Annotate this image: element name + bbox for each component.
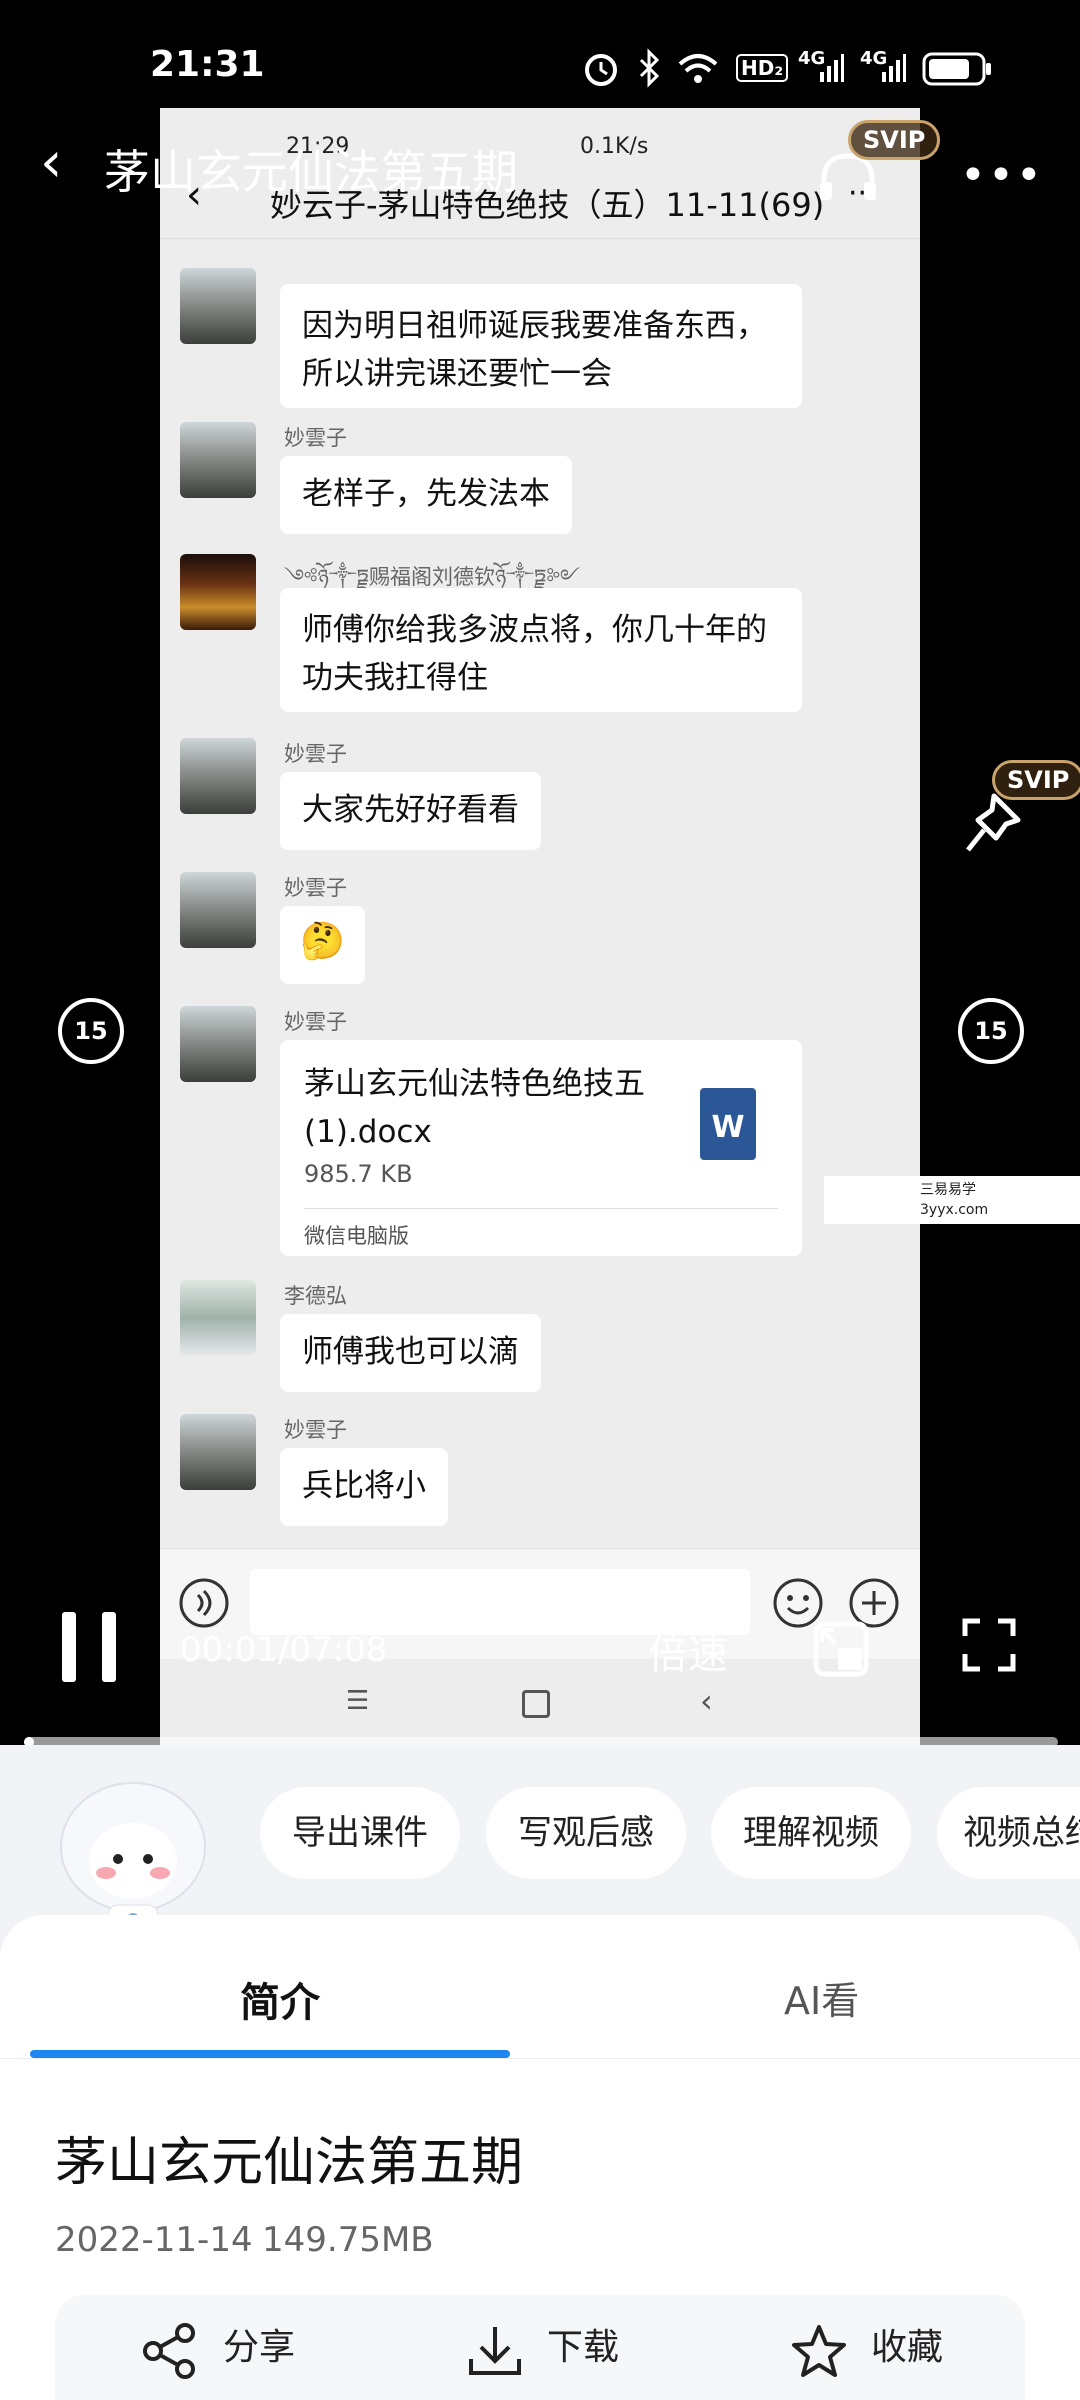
pin-icon[interactable] [960, 790, 1024, 860]
battery-icon [922, 52, 991, 86]
message-bubble: 兵比将小 [280, 1448, 448, 1526]
file-date: 2022-11-14 [55, 2220, 253, 2260]
recorded-status-speed: 0.1K/s [580, 134, 649, 159]
message-bubble: 师傅我也可以滴 [280, 1314, 541, 1392]
mascot-avatar [60, 1782, 206, 1935]
file-title: 茅山玄元仙法第五期 [55, 2133, 524, 2193]
pause-bar [62, 1612, 76, 1682]
avatar [180, 1006, 256, 1082]
chip-understand-video[interactable]: 理解视频 [711, 1787, 911, 1879]
avatar [180, 268, 256, 344]
avatar [180, 872, 256, 948]
message-sender: 妙雲子 [284, 1010, 347, 1034]
message-line: 功夫我扛得住 [302, 660, 488, 696]
avatar [180, 554, 256, 630]
action-bar: 分享 下载 收藏 [55, 2295, 1025, 2400]
share-label: 分享 [223, 2327, 296, 2368]
hd-icon: HD₂ [736, 54, 789, 82]
playback-speed-button[interactable]: 倍速 [648, 1622, 728, 1680]
avatar [180, 1414, 256, 1490]
file-size: 149.75MB [262, 2220, 434, 2260]
message-sender: 李德弘 [284, 1284, 347, 1308]
voice-icon [179, 1578, 229, 1628]
message-sender: 妙雲子 [284, 1418, 347, 1442]
tab-divider [0, 2058, 1080, 2059]
tab-indicator [30, 2050, 510, 2058]
file-name-line: 茅山玄元仙法特色绝技五 [304, 1066, 645, 1102]
watermark-line: 3yyx.com [920, 1202, 989, 1218]
message-bubble: 师傅你给我多波点将，你几十年的 功夫我扛得住 [280, 588, 802, 712]
download-icon [469, 2327, 521, 2375]
back-nav-icon: ‹ [700, 1682, 713, 1720]
star-icon [792, 2325, 846, 2377]
file-name-line: (1).docx [304, 1114, 432, 1150]
recorded-nav-bar: ☰ ‹ [160, 1668, 920, 1745]
avatar [180, 1280, 256, 1356]
tab-intro[interactable]: 简介 [240, 1970, 320, 2028]
message-sender: 妙雲子 [284, 876, 347, 900]
video-frame: 21:29 0.1K/s ‹ 妙云子-茅山特色绝技（五）11-11(69) ··… [160, 108, 920, 1745]
video-player[interactable]: 21:31 HD₂ 4G 4G 21:29 0.1K/s ‹ 妙云子-茅山特色绝… [0, 0, 1080, 1747]
message-bubble: 老样子，先发法本 [280, 456, 572, 534]
pip-icon[interactable] [812, 1620, 870, 1678]
home-icon [522, 1690, 550, 1718]
message-line: 所以讲完课还要忙一会 [302, 356, 612, 392]
watermark-line: 三易易学 [920, 1182, 976, 1198]
tab-ai-view[interactable]: AI看 [784, 1970, 859, 2025]
watermark: 三易易学 3yyx.com [824, 1176, 1080, 1224]
file-name: 茅山玄元仙法特色绝技五 (1).docx [304, 1060, 684, 1156]
word-file-icon: W [700, 1088, 756, 1160]
signal-icon [820, 54, 844, 82]
rewind-15-button[interactable]: 15 [58, 998, 124, 1064]
chip-write-review[interactable]: 写观后感 [486, 1787, 686, 1879]
avatar [180, 738, 256, 814]
signal-icon-2 [882, 54, 906, 82]
share-icon [143, 2323, 195, 2379]
detail-sheet: 简介 AI看 茅山玄元仙法第五期 2022-11-14 149.75MB 分享 … [0, 1915, 1080, 2400]
message-sender: 妙雲子 [284, 742, 347, 766]
file-size: 985.7 KB [304, 1160, 413, 1188]
alarm-icon [585, 54, 617, 86]
file-message-card: 茅山玄元仙法特色绝技五 (1).docx 985.7 KB W 微信电脑版 [280, 1040, 802, 1256]
share-button[interactable]: 分享 [141, 2295, 341, 2400]
emoji-bubble: 🤔 [280, 906, 365, 984]
pause-bar [102, 1612, 116, 1682]
menu-icon: ☰ [346, 1686, 370, 1716]
avatar [180, 422, 256, 498]
download-label: 下载 [547, 2327, 620, 2368]
message-line: 老样子，先发法本 [302, 476, 550, 512]
pause-button[interactable] [62, 1612, 122, 1682]
message-line: 兵比将小 [302, 1468, 426, 1504]
wifi-icon [678, 54, 718, 83]
message-line: 师傅我也可以滴 [302, 1334, 519, 1370]
video-title: 茅山玄元仙法第五期 [104, 145, 518, 199]
chip-export-courseware[interactable]: 导出课件 [260, 1787, 460, 1879]
more-icon[interactable]: ••• [960, 150, 1044, 201]
message-bubble: 因为明日祖师诞辰我要准备东西， 所以讲完课还要忙一会 [280, 284, 802, 408]
message-bubble: 大家先好好看看 [280, 772, 541, 850]
thinking-emoji: 🤔 [300, 921, 345, 962]
chip-video-summary[interactable]: 视频总结 [937, 1787, 1080, 1879]
forward-15-button[interactable]: 15 [958, 998, 1024, 1064]
status-time: 21:31 [150, 44, 265, 85]
divider [304, 1208, 778, 1209]
message-sender: 妙雲子 [284, 426, 347, 450]
bluetooth-icon [639, 48, 660, 88]
fullscreen-icon[interactable] [962, 1618, 1016, 1672]
message-line: 师傅你给我多波点将，你几十年的 [302, 612, 767, 648]
playback-time: 00:01/07:08 [180, 1630, 388, 1670]
favorite-label: 收藏 [871, 2327, 944, 2368]
back-button[interactable]: ‹ [40, 130, 62, 195]
file-source: 微信电脑版 [304, 1224, 409, 1248]
download-button[interactable]: 下载 [465, 2295, 665, 2400]
message-line: 大家先好好看看 [302, 792, 519, 828]
favorite-button[interactable]: 收藏 [789, 2295, 989, 2400]
message-line: 因为明日祖师诞辰我要准备东西， [302, 308, 767, 344]
svip-badge: SVIP [848, 120, 941, 160]
